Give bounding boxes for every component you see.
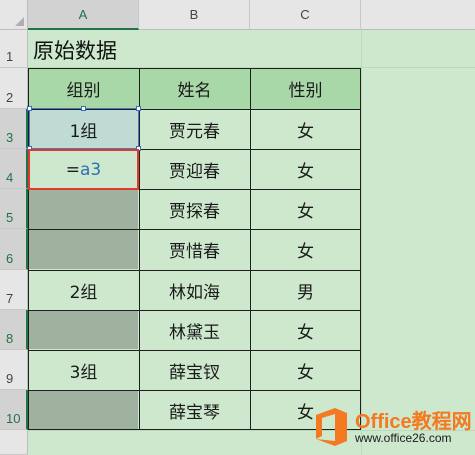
cell-name[interactable]: 贾探春 [139,189,250,229]
row-number: 1 [6,49,14,64]
spreadsheet: A B C 1 2 3 4 5 6 7 8 9 10 原始数据 组别 姓名 性别… [0,0,475,455]
row-number: 8 [6,331,14,346]
cell-name[interactable]: 贾元春 [139,109,250,149]
logo-url: www.office26.com [355,431,452,445]
row-number: 9 [6,371,14,386]
active-cell-a4-editor[interactable]: = a3 [28,149,139,190]
cell-name[interactable]: 贾迎春 [139,149,250,189]
cell-gender[interactable]: 男 [250,270,361,310]
select-all-corner[interactable] [0,0,28,30]
sheet-title[interactable]: 原始数据 [33,33,117,67]
cell-gender[interactable]: 女 [250,310,361,350]
row-number: 3 [6,130,14,145]
cell-a7-group[interactable]: 2组 [28,270,139,310]
row-header-7[interactable]: 7 [0,270,28,310]
row-header-11[interactable] [0,430,28,455]
row-number: 7 [6,291,14,306]
row-number: 5 [6,210,14,225]
cell-gender[interactable]: 女 [250,229,361,270]
gridline [361,30,362,455]
cell-gender[interactable]: 女 [250,149,361,189]
row-header-1[interactable]: 1 [0,30,28,68]
header-cell-name[interactable]: 姓名 [139,68,250,109]
row-number: 4 [6,170,14,185]
cell-a10-empty[interactable] [29,391,138,429]
row-header-8[interactable]: 8 [0,310,28,350]
column-header-b[interactable]: B [139,0,250,30]
column-header-a[interactable]: A [28,0,139,30]
row-header-10[interactable]: 10 [0,390,28,430]
resize-handle[interactable] [81,106,86,111]
row-header-4[interactable]: 4 [0,149,28,189]
row-number: 10 [6,411,21,426]
resize-handle[interactable] [27,106,32,111]
selection-range-a3 [29,108,139,149]
column-header-c[interactable]: C [250,0,361,30]
column-header-d[interactable] [361,0,475,30]
cell-a8-empty[interactable] [29,311,138,349]
logo-name: Office教程网 [355,411,472,433]
cell-name[interactable]: 贾惜春 [139,229,250,270]
cell-a6-empty[interactable] [29,230,138,269]
cell-gender[interactable]: 女 [250,189,361,229]
row-header-2[interactable]: 2 [0,68,28,109]
header-cell-gender[interactable]: 性别 [250,68,361,109]
formula-equals: = [65,159,80,180]
row-header-6[interactable]: 6 [0,229,28,270]
header-cell-group[interactable]: 组别 [28,68,139,109]
formula-reference: a3 [80,159,102,180]
cell-name[interactable]: 薛宝钗 [139,350,250,390]
office26-logo: Office教程网 www.office26.com [313,405,473,451]
row-number: 2 [6,90,14,105]
office-logo-icon [316,408,347,446]
cell-gender[interactable]: 女 [250,350,361,390]
cell-a9-group[interactable]: 3组 [28,350,139,390]
row-header-5[interactable]: 5 [0,189,28,229]
cell-name[interactable]: 林如海 [139,270,250,310]
row-header-3[interactable]: 3 [0,109,28,149]
row-header-9[interactable]: 9 [0,350,28,390]
cell-name[interactable]: 林黛玉 [139,310,250,350]
cell-gender[interactable]: 女 [250,109,361,149]
resize-handle[interactable] [136,106,141,111]
cell-a5-empty[interactable] [29,190,138,229]
cell-name[interactable]: 薛宝琴 [139,390,250,430]
row-number: 6 [6,251,14,266]
